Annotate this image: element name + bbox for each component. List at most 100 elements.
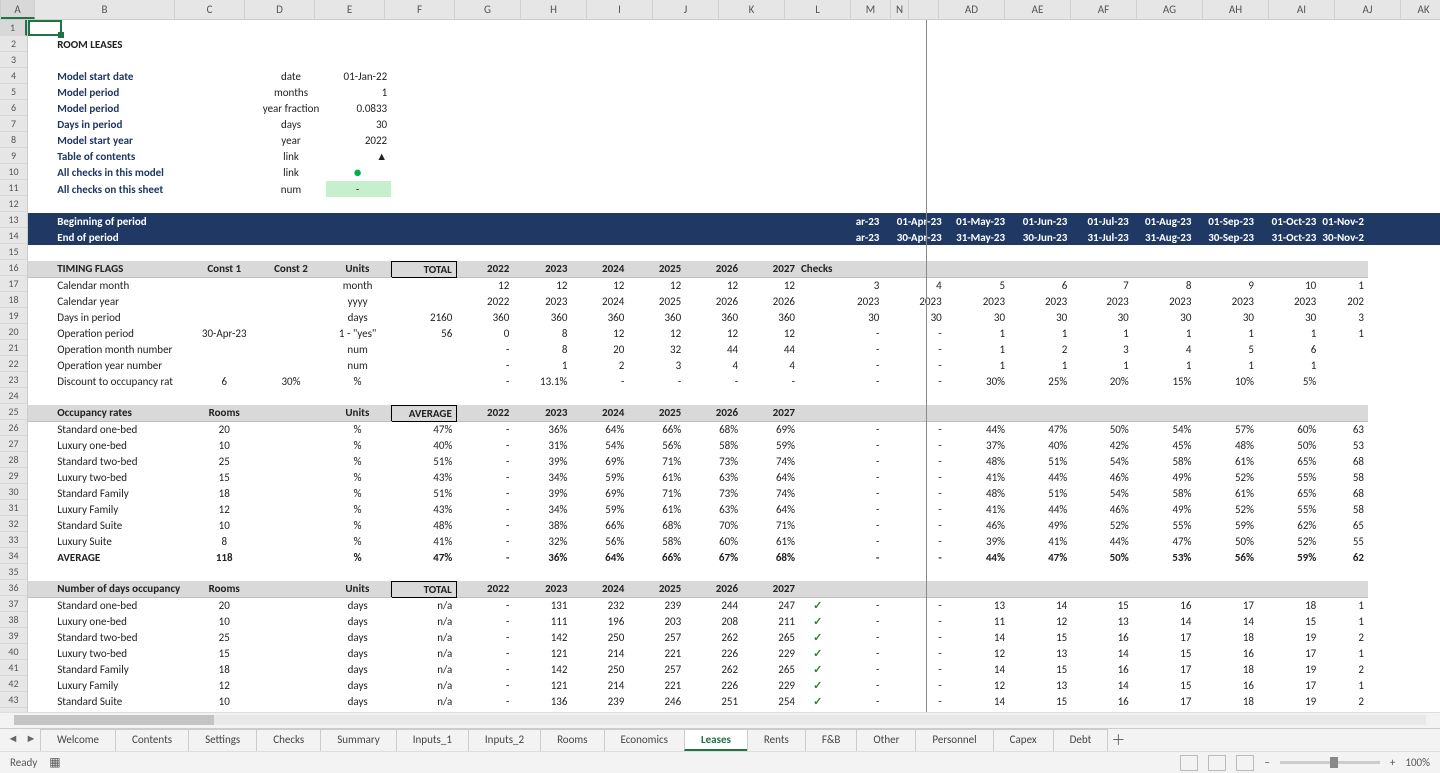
row-header-1[interactable]: 1 [0, 20, 27, 36]
view-normal-button[interactable] [1180, 755, 1198, 771]
row-header-2[interactable]: 2 [0, 36, 27, 52]
row-header-13[interactable]: 13 [0, 212, 27, 228]
sheet-tab-summary[interactable]: Summary [320, 729, 397, 751]
row-header-30[interactable]: 30 [0, 484, 27, 500]
row-header-19[interactable]: 19 [0, 308, 27, 324]
sheet-tab-inputs_2[interactable]: Inputs_2 [468, 729, 541, 751]
sheet-tab-contents[interactable]: Contents [115, 729, 189, 751]
row-header-25[interactable]: 25 [0, 404, 27, 420]
column-header-AD[interactable]: AD [939, 0, 1005, 19]
sheet-tab-debt[interactable]: Debt [1053, 729, 1109, 751]
row-number-gutter[interactable]: 1234567891011121314151617181920212223242… [0, 20, 28, 712]
column-header-D[interactable]: D [245, 0, 315, 19]
horizontal-scrollbar[interactable] [0, 712, 1440, 728]
row-header-17[interactable]: 17 [0, 276, 27, 292]
column-header-M[interactable]: M [851, 0, 891, 19]
zoom-slider[interactable] [1280, 761, 1380, 764]
row-header-35[interactable]: 35 [0, 564, 27, 580]
row-header-20[interactable]: 20 [0, 324, 27, 340]
fill-handle[interactable] [58, 32, 64, 38]
row-header-27[interactable]: 27 [0, 436, 27, 452]
row-header-4[interactable]: 4 [0, 68, 27, 84]
column-header-H[interactable]: H [521, 0, 587, 19]
row-header-14[interactable]: 14 [0, 228, 27, 244]
sheet-tab-welcome[interactable]: Welcome [40, 729, 116, 751]
column-header-AE[interactable]: AE [1005, 0, 1071, 19]
row-header-38[interactable]: 38 [0, 612, 27, 628]
column-header-AK[interactable]: AK [1401, 0, 1440, 19]
zoom-out-button[interactable]: − [1264, 756, 1269, 769]
row-header-12[interactable]: 12 [0, 196, 27, 212]
sheet-tab-inputs_1[interactable]: Inputs_1 [396, 729, 469, 751]
row-header-23[interactable]: 23 [0, 372, 27, 388]
row-header-8[interactable]: 8 [0, 132, 27, 148]
column-header-[interactable] [909, 0, 939, 19]
cell-area[interactable]: ROOM LEASESModel start datedate01-Jan-22… [28, 20, 1440, 712]
sheet-tab-f&b[interactable]: F&B [805, 729, 858, 751]
row-header-11[interactable]: 11 [0, 180, 27, 196]
row-header-42[interactable]: 42 [0, 676, 27, 692]
sheet-tab-personnel[interactable]: Personnel [915, 729, 993, 751]
view-page-layout-button[interactable] [1208, 755, 1226, 771]
column-header-E[interactable]: E [315, 0, 385, 19]
sheet-tab-rents[interactable]: Rents [747, 729, 806, 751]
row-header-36[interactable]: 36 [0, 580, 27, 596]
column-header-J[interactable]: J [653, 0, 719, 19]
column-header-AF[interactable]: AF [1071, 0, 1137, 19]
row-header-33[interactable]: 33 [0, 532, 27, 548]
row-header-24[interactable]: 24 [0, 388, 27, 404]
row-header-39[interactable]: 39 [0, 628, 27, 644]
row-header-41[interactable]: 41 [0, 660, 27, 676]
column-header-G[interactable]: G [455, 0, 521, 19]
row-header-28[interactable]: 28 [0, 452, 27, 468]
row-header-6[interactable]: 6 [0, 100, 27, 116]
row-header-37[interactable]: 37 [0, 596, 27, 612]
sheet-tab-leases[interactable]: Leases [684, 729, 748, 751]
sheet-tab-capex[interactable]: Capex [993, 729, 1054, 751]
row-header-9[interactable]: 9 [0, 148, 27, 164]
row-header-22[interactable]: 22 [0, 356, 27, 372]
row-header-10[interactable]: 10 [0, 164, 27, 180]
column-header-A[interactable]: A [1, 0, 35, 19]
sheet-tab-settings[interactable]: Settings [188, 729, 257, 751]
tab-nav-next[interactable]: ► [22, 731, 40, 749]
tab-nav-prev[interactable]: ◄ [4, 731, 22, 749]
row-header-31[interactable]: 31 [0, 500, 27, 516]
row-header-32[interactable]: 32 [0, 516, 27, 532]
row-header-18[interactable]: 18 [0, 292, 27, 308]
column-header-AG[interactable]: AG [1137, 0, 1203, 19]
row-header-3[interactable]: 3 [0, 52, 27, 68]
column-header-row[interactable]: ABCDEFGHIJKLMN ADAEAFAGAHAIAJAK [0, 0, 1440, 20]
row-header-34[interactable]: 34 [0, 548, 27, 564]
column-header-F[interactable]: F [385, 0, 455, 19]
column-header-AJ[interactable]: AJ [1335, 0, 1401, 19]
sheet-tab-rooms[interactable]: Rooms [540, 729, 604, 751]
column-header-AI[interactable]: AI [1269, 0, 1335, 19]
sheet-tab-economics[interactable]: Economics [604, 729, 685, 751]
row-header-16[interactable]: 16 [0, 260, 27, 276]
row-header-7[interactable]: 7 [0, 116, 27, 132]
view-page-break-button[interactable] [1236, 755, 1254, 771]
column-header-C[interactable]: C [175, 0, 245, 19]
column-header-AH[interactable]: AH [1203, 0, 1269, 19]
row-header-21[interactable]: 21 [0, 340, 27, 356]
column-header-I[interactable]: I [587, 0, 653, 19]
column-header-K[interactable]: K [719, 0, 785, 19]
sheet-tab-checks[interactable]: Checks [256, 729, 321, 751]
row-header-26[interactable]: 26 [0, 420, 27, 436]
row-header-40[interactable]: 40 [0, 644, 27, 660]
column-header-B[interactable]: B [35, 0, 175, 19]
macro-record-icon[interactable]: ▦ [49, 755, 60, 770]
row-header-15[interactable]: 15 [0, 244, 27, 260]
add-sheet-button[interactable]: ＋ [1107, 730, 1129, 750]
table-row-label: Discount to occupancy rat [55, 373, 192, 389]
zoom-in-button[interactable]: + [1390, 756, 1395, 769]
table-row-label: Standard two-bed [55, 629, 192, 645]
column-header-L[interactable]: L [785, 0, 851, 19]
row-header-5[interactable]: 5 [0, 84, 27, 100]
row-header-43[interactable]: 43 [0, 692, 27, 708]
row-header-29[interactable]: 29 [0, 468, 27, 484]
column-header-N[interactable]: N [891, 0, 909, 19]
sheet-tab-other[interactable]: Other [856, 729, 916, 751]
zoom-level[interactable]: 100% [1405, 756, 1430, 769]
